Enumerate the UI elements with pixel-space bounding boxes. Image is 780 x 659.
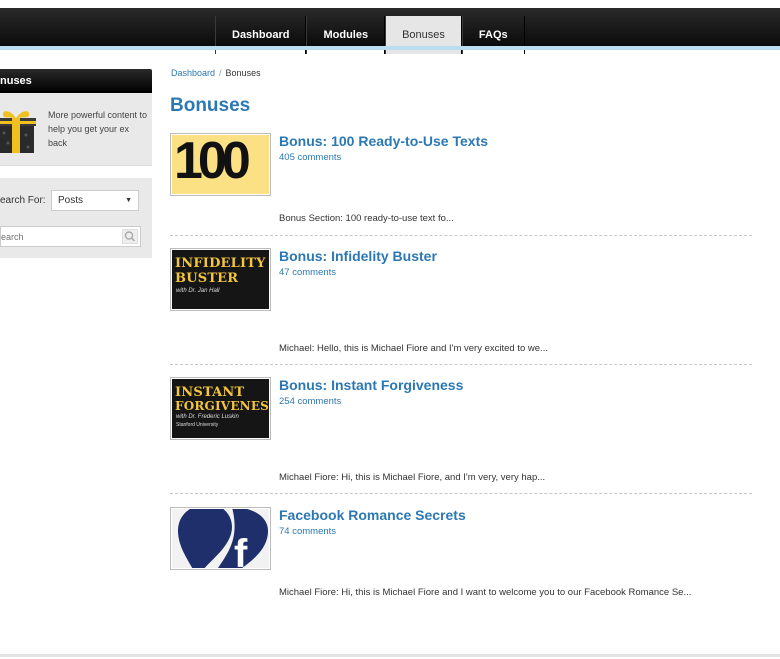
post-divider xyxy=(170,493,752,494)
thumb-sub: with Dr. Jan Hall xyxy=(176,288,220,294)
thumb-sub2: Stanford University xyxy=(176,422,219,428)
post-thumbnail[interactable]: f xyxy=(170,507,271,570)
post-excerpt: Michael Fiore: Hi, this is Michael Fiore… xyxy=(279,472,546,483)
post-item: f Facebook Romance Secrets 74 comments M… xyxy=(170,507,752,617)
post-title-link[interactable]: Facebook Romance Secrets xyxy=(279,507,466,523)
thumb-line2: BUSTER xyxy=(175,271,239,286)
post-excerpt: Michael Fiore: Hi, this is Michael Fiore… xyxy=(279,587,692,598)
thumb-line1: INSTANT xyxy=(175,385,245,400)
post-comments-link[interactable]: 47 comments xyxy=(279,267,336,278)
post-divider xyxy=(170,364,752,365)
breadcrumb-separator: / xyxy=(219,68,222,78)
post-title-link[interactable]: Bonus: Infidelity Buster xyxy=(279,248,437,264)
post-excerpt: Michael: Hello, this is Michael Fiore an… xyxy=(279,343,548,354)
breadcrumb-dashboard-link[interactable]: Dashboard xyxy=(171,68,215,78)
post-comments-link[interactable]: 254 comments xyxy=(279,396,341,407)
facebook-heart-icon: f xyxy=(178,509,268,568)
thumb-sub: with Dr. Frederic Luskin xyxy=(176,414,239,420)
caret-down-icon: ▼ xyxy=(125,197,132,204)
gift-icon xyxy=(0,111,36,153)
search-box xyxy=(0,226,141,247)
sidebar-promo-text: More powerful content to help you get yo… xyxy=(48,110,148,148)
search-input[interactable] xyxy=(1,227,121,246)
thumb-facebook-image: f xyxy=(172,509,269,568)
post-item: INFIDELITY BUSTER with Dr. Jan Hall Bonu… xyxy=(170,248,752,366)
sidebar-title: nuses xyxy=(0,69,152,93)
search-type-select[interactable]: Posts ▼ xyxy=(51,190,139,211)
search-for-label: earch For: xyxy=(0,195,46,206)
breadcrumb: Dashboard / Bonuses xyxy=(171,68,261,78)
top-navbar: Dashboard Modules Bonuses FAQs xyxy=(0,0,780,54)
post-thumbnail[interactable]: INSTANT FORGIVENESS with Dr. Frederic Lu… xyxy=(170,377,271,440)
search-type-value: Posts xyxy=(58,195,84,206)
post-comments-link[interactable]: 405 comments xyxy=(279,152,341,163)
breadcrumb-current: Bonuses xyxy=(225,68,261,78)
post-title-link[interactable]: Bonus: Instant Forgiveness xyxy=(279,377,463,393)
thumb-100-image: 100 xyxy=(172,135,269,194)
post-divider xyxy=(170,235,752,236)
post-item: INSTANT FORGIVENESS with Dr. Frederic Lu… xyxy=(170,377,752,495)
post-thumbnail[interactable]: INFIDELITY BUSTER with Dr. Jan Hall xyxy=(170,248,271,311)
footer-divider xyxy=(0,654,780,657)
thumb-line1: INFIDELITY xyxy=(175,256,266,271)
sidebar-search: earch For: Posts ▼ xyxy=(0,178,152,258)
facebook-f-letter: f xyxy=(234,532,248,568)
post-excerpt: Bonus Section: 100 ready-to-use text fo.… xyxy=(279,213,454,224)
thumb-forgiveness-image: INSTANT FORGIVENESS with Dr. Frederic Lu… xyxy=(172,379,269,438)
post-comments-link[interactable]: 74 comments xyxy=(279,526,336,537)
post-title-link[interactable]: Bonus: 100 Ready-to-Use Texts xyxy=(279,133,488,149)
post-thumbnail[interactable]: 100 xyxy=(170,133,271,196)
thumb-line2: FORGIVENESS xyxy=(175,399,269,413)
thumb-100-text: 100 xyxy=(174,135,251,190)
search-icon[interactable] xyxy=(122,229,138,244)
page-title: Bonuses xyxy=(170,95,251,116)
sidebar-promo[interactable]: More powerful content to help you get yo… xyxy=(0,93,152,166)
nav-underline xyxy=(0,46,780,50)
thumb-infidelity-image: INFIDELITY BUSTER with Dr. Jan Hall xyxy=(172,250,269,309)
post-item: 100 Bonus: 100 Ready-to-Use Texts 405 co… xyxy=(170,133,752,237)
magnifier-icon xyxy=(124,231,136,242)
